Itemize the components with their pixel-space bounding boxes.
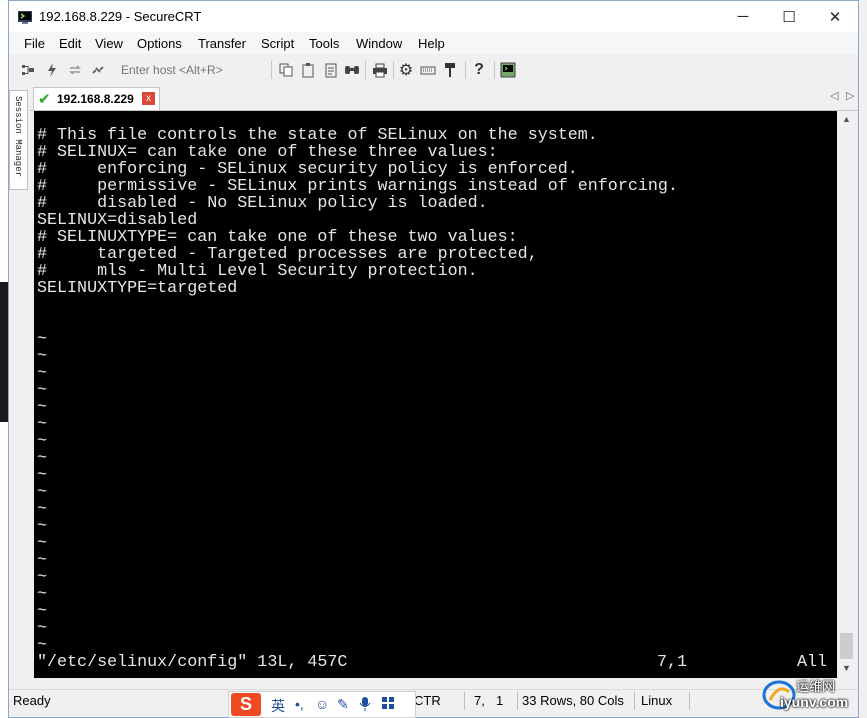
scrollbar-thumb[interactable]: [840, 633, 853, 659]
reconnect-icon[interactable]: [66, 61, 84, 79]
status-terminal-type: Linux: [641, 693, 673, 708]
print-icon[interactable]: [371, 61, 389, 79]
menu-bar: File Edit View Options Transfer Script T…: [9, 32, 858, 54]
terminal-output: # This file controls the state of SELinu…: [37, 126, 678, 655]
copy-icon[interactable]: [277, 61, 295, 79]
ime-toolbox-icon[interactable]: [381, 696, 395, 713]
connect-icon[interactable]: [19, 61, 37, 79]
status-col: 1: [496, 693, 504, 708]
connected-check-icon: ✔: [38, 91, 51, 108]
scroll-down-arrow-icon[interactable]: ▼: [842, 663, 851, 673]
menu-file[interactable]: File: [24, 36, 45, 51]
status-ready: Ready: [13, 693, 51, 708]
session-manager-tab[interactable]: Session Manager: [9, 90, 28, 190]
toolbar-separator: [465, 61, 466, 79]
help-icon[interactable]: ?: [470, 61, 488, 79]
status-size: 33 Rows, 80 Cols: [522, 693, 624, 708]
menu-tools[interactable]: Tools: [309, 36, 339, 51]
menu-transfer[interactable]: Transfer: [198, 36, 246, 51]
status-row: 7,: [474, 693, 485, 708]
ime-toolbar: S 英 •, ☺ ✎: [228, 691, 416, 718]
toolbar-separator: [271, 61, 272, 79]
paste-icon[interactable]: [299, 61, 317, 79]
vim-file-info: "/etc/selinux/config" 13L, 457C: [37, 653, 348, 672]
menu-view[interactable]: View: [95, 36, 123, 51]
terminal-screen[interactable]: # This file controls the state of SELinu…: [34, 111, 837, 678]
menu-window[interactable]: Window: [356, 36, 402, 51]
vim-cursor-position: 7,1: [657, 653, 688, 672]
statusbar-divider: [634, 692, 635, 710]
disconnect-icon[interactable]: [89, 61, 107, 79]
ime-logo-icon[interactable]: S: [231, 693, 261, 716]
tab-prev-icon[interactable]: ◁: [830, 89, 838, 102]
settings-icon[interactable]: ⚙: [397, 61, 415, 79]
ime-punctuation-icon[interactable]: •,: [295, 696, 304, 712]
session-manager-label: Session Manager: [13, 96, 23, 178]
title-bar[interactable]: 192.168.8.229 - SecureCRT ─ ☐ ✕: [9, 1, 858, 32]
window-title: 192.168.8.229 - SecureCRT: [39, 9, 202, 24]
toolbar-separator: [393, 61, 394, 79]
menu-edit[interactable]: Edit: [59, 36, 81, 51]
tab-session[interactable]: ✔ 192.168.8.229 x: [33, 87, 160, 110]
terminal-scrollbar[interactable]: ▲ ▼: [837, 111, 856, 678]
close-button[interactable]: ✕: [812, 1, 858, 32]
status-protocol: CTR: [414, 693, 441, 708]
quick-connect-icon[interactable]: [43, 61, 61, 79]
watermark-text-domain: iyunv.com: [780, 694, 849, 710]
statusbar-divider: [464, 692, 465, 710]
minimize-button[interactable]: ─: [720, 1, 766, 32]
ime-emoji-icon[interactable]: ☺: [315, 696, 329, 712]
vim-status-line: "/etc/selinux/config" 13L, 457C 7,1 All: [37, 654, 832, 671]
menu-options[interactable]: Options: [137, 36, 182, 51]
ime-mode-toggle[interactable]: 英: [271, 696, 285, 716]
maximize-button[interactable]: ☐: [766, 1, 812, 32]
tab-close-button[interactable]: x: [142, 92, 155, 105]
ime-voice-icon[interactable]: [359, 696, 371, 715]
toolbar-separator: [365, 61, 366, 79]
menu-help[interactable]: Help: [418, 36, 445, 51]
ime-handwrite-icon[interactable]: ✎: [337, 696, 349, 713]
statusbar-divider: [689, 692, 690, 710]
tab-next-icon[interactable]: ▷: [846, 89, 854, 102]
securecrt-window: 192.168.8.229 - SecureCRT ─ ☐ ✕ File Edi…: [8, 0, 859, 718]
clipboard-icon[interactable]: [322, 61, 340, 79]
toolbar-separator: [494, 61, 495, 79]
keymap-icon[interactable]: [419, 61, 437, 79]
find-icon[interactable]: [343, 61, 361, 79]
menu-script[interactable]: Script: [261, 36, 294, 51]
host-input[interactable]: [117, 60, 272, 80]
watermark-text-cn: 运维网: [796, 679, 836, 694]
site-watermark: 运维网 iyunv.com: [760, 674, 860, 718]
status-bar: Ready CTR 7, 1 33 Rows, 80 Cols Linux: [9, 689, 858, 712]
tab-label: 192.168.8.229: [57, 92, 134, 106]
about-icon[interactable]: [499, 61, 517, 79]
toolbar: ⚙ ?: [9, 56, 858, 84]
statusbar-divider: [517, 692, 518, 710]
sftp-icon[interactable]: [441, 61, 459, 79]
securecrt-app-icon: [18, 11, 32, 24]
vim-scroll-percent: All: [797, 653, 828, 672]
session-tab-strip: ✔ 192.168.8.229 x ◁ ▷: [30, 85, 858, 111]
scroll-up-arrow-icon[interactable]: ▲: [842, 114, 851, 124]
